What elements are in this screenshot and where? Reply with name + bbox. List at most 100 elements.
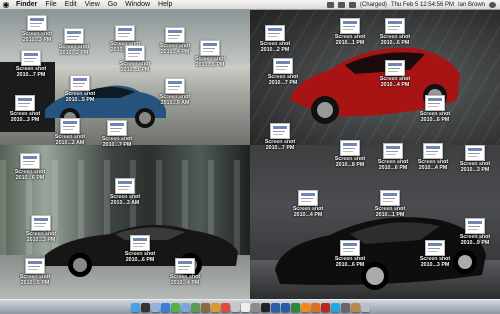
desktop-file-icon[interactable]: Screen shot 2010...5 PM bbox=[55, 75, 105, 103]
file-label: Screen shot 2010...6 PM bbox=[334, 256, 366, 268]
desktop-file-icon[interactable]: Screen shot 2010...5 PM bbox=[10, 258, 60, 286]
desktop-file-icon[interactable]: Screen shot 2010...2 PM bbox=[250, 25, 300, 53]
file-label: Screen shot 2010...7 PM bbox=[264, 139, 296, 151]
screenshot-thumbnail-icon bbox=[15, 95, 35, 111]
address-book-icon[interactable] bbox=[350, 302, 360, 312]
volume-icon[interactable] bbox=[337, 2, 345, 8]
battery-status[interactable]: (Charged) bbox=[360, 2, 387, 8]
menu-bar: ◉ Finder File Edit View Go Window Help (… bbox=[0, 0, 500, 10]
file-label: Screen shot 2010...1 PM bbox=[334, 34, 366, 46]
file-label: Screen shot 2010...1 PM bbox=[119, 61, 151, 73]
desktop-file-icon[interactable]: Screen shot 2010...3 PM bbox=[16, 215, 66, 243]
finder-icon[interactable] bbox=[130, 302, 140, 312]
screenshot-thumbnail-icon bbox=[60, 118, 80, 134]
desktop-file-icon[interactable]: Screen shot 2010...6 PM bbox=[410, 95, 460, 123]
menu-window[interactable]: Window bbox=[121, 1, 154, 8]
desktop-file-icon[interactable]: Screen shot 2010...6 PM bbox=[370, 18, 420, 46]
file-label: Screen shot 2010...6 PM bbox=[379, 34, 411, 46]
desktop-file-icon[interactable]: Screen shot 2010...9 AM bbox=[150, 78, 200, 106]
desktop-file-icon[interactable]: Screen shot 2010...6 PM bbox=[5, 153, 55, 181]
vlc-icon[interactable] bbox=[300, 302, 310, 312]
safari-icon[interactable] bbox=[160, 302, 170, 312]
file-label: Screen shot 2010...3 PM bbox=[9, 111, 41, 123]
desktop-file-icon[interactable]: Screen shot 2010...6 PM bbox=[115, 235, 165, 263]
desktop-file-icon[interactable]: Screen shot 2010...1 PM bbox=[365, 190, 415, 218]
file-label: Screen shot 2010...4 PM bbox=[379, 76, 411, 88]
desktop-file-icon[interactable]: Screen shot 2010...4 PM bbox=[160, 258, 210, 286]
word-icon[interactable] bbox=[280, 302, 290, 312]
file-label: Screen shot 2010...9 AM bbox=[159, 94, 191, 106]
menu-help[interactable]: Help bbox=[154, 1, 176, 8]
screenshot-thumbnail-icon bbox=[425, 240, 445, 256]
file-label: Screen shot 2010...6 PM bbox=[419, 111, 451, 123]
screenshot-thumbnail-icon bbox=[270, 123, 290, 139]
wifi-icon[interactable] bbox=[326, 2, 334, 8]
file-label: Screen shot 2010...7 PM bbox=[15, 66, 47, 78]
desktop-file-icon[interactable]: Screen shot 2010...1 PM bbox=[325, 18, 375, 46]
screenshot-thumbnail-icon bbox=[20, 153, 40, 169]
desktop-file-icon[interactable]: Screen shot 2010...2 AM bbox=[45, 118, 95, 146]
file-label: Screen shot 2010...2 AM bbox=[54, 134, 86, 146]
screenshot-thumbnail-icon bbox=[340, 140, 360, 156]
screenshot-thumbnail-icon bbox=[70, 75, 90, 91]
desktop-file-icon[interactable]: Screen shot 2010...7 PM bbox=[255, 123, 305, 151]
desktop-file-icon[interactable]: Screen shot 2010...6 PM bbox=[185, 40, 235, 68]
desktop-file-icon[interactable]: Screen shot 2010...1 PM bbox=[110, 45, 160, 73]
desktop-file-icon[interactable]: Screen shot 2010...3 PM bbox=[0, 95, 50, 123]
desktop-file-icon[interactable]: Screen shot 2010...7 PM bbox=[6, 50, 56, 78]
menu-go[interactable]: Go bbox=[104, 1, 121, 8]
screenshot-thumbnail-icon bbox=[380, 190, 400, 206]
trash-icon[interactable] bbox=[360, 302, 370, 312]
screenshot-thumbnail-icon bbox=[175, 258, 195, 274]
file-label: Screen shot 2010...5 PM bbox=[19, 274, 51, 286]
desktop-file-icon[interactable]: Screen shot 2010...7 PM bbox=[258, 58, 308, 86]
spotlight-icon[interactable] bbox=[489, 2, 496, 8]
file-label: Screen shot 2010...3 PM bbox=[25, 231, 57, 243]
desktop-file-icon[interactable]: Screen shot 2010...3 PM bbox=[410, 240, 460, 268]
preview-icon[interactable] bbox=[230, 302, 240, 312]
mail-icon[interactable] bbox=[150, 302, 160, 312]
screenshot-thumbnail-icon bbox=[273, 58, 293, 74]
acrobat-icon[interactable] bbox=[320, 302, 330, 312]
menu-file[interactable]: File bbox=[41, 1, 60, 8]
system-preferences-icon[interactable] bbox=[250, 302, 260, 312]
ical-icon[interactable] bbox=[220, 302, 230, 312]
photoshop-icon[interactable] bbox=[270, 302, 280, 312]
clock[interactable]: Thu Feb 5 12:54:56 PM bbox=[391, 2, 454, 8]
file-label: Screen shot 2010...3 PM bbox=[459, 161, 491, 173]
screenshot-thumbnail-icon bbox=[25, 258, 45, 274]
calculator-icon[interactable] bbox=[340, 302, 350, 312]
file-label: Screen shot 2010...6 PM bbox=[194, 56, 226, 68]
firefox-icon[interactable] bbox=[310, 302, 320, 312]
excel-icon[interactable] bbox=[290, 302, 300, 312]
screenshot-thumbnail-icon bbox=[298, 190, 318, 206]
file-label: Screen shot 2010...7 PM bbox=[101, 136, 133, 148]
iphoto-icon[interactable] bbox=[190, 302, 200, 312]
file-label: Screen shot 2010...7 PM bbox=[267, 74, 299, 86]
screenshot-thumbnail-icon bbox=[165, 27, 185, 43]
menu-finder[interactable]: Finder bbox=[12, 1, 41, 8]
imovie-icon[interactable] bbox=[200, 302, 210, 312]
terminal-icon[interactable] bbox=[260, 302, 270, 312]
apple-menu-icon[interactable]: ◉ bbox=[0, 0, 12, 9]
garageband-icon[interactable] bbox=[210, 302, 220, 312]
screenshot-thumbnail-icon bbox=[340, 18, 360, 34]
desktop-file-icon[interactable]: Screen shot 2010...3 PM bbox=[450, 145, 500, 173]
user-name[interactable]: Ian Brown bbox=[458, 2, 485, 8]
file-label: Screen shot 2010...2 PM bbox=[58, 44, 90, 56]
dashboard-icon[interactable] bbox=[140, 302, 150, 312]
skype-icon[interactable] bbox=[330, 302, 340, 312]
desktop-file-icon[interactable]: Screen shot 2010...6 PM bbox=[325, 240, 375, 268]
desktop[interactable]: Screen shot 2010...3 PM Screen shot 2010… bbox=[0, 0, 500, 313]
battery-icon[interactable] bbox=[348, 2, 356, 8]
desktop-file-icon[interactable]: Screen shot 2010...4 PM bbox=[283, 190, 333, 218]
desktop-file-icon[interactable]: Screen shot 2010...3 AM bbox=[100, 178, 150, 206]
textedit-icon[interactable] bbox=[240, 302, 250, 312]
menu-edit[interactable]: Edit bbox=[61, 1, 81, 8]
ichat-icon[interactable] bbox=[170, 302, 180, 312]
desktop-file-icon[interactable]: Screen shot 2010...4 PM bbox=[370, 60, 420, 88]
itunes-icon[interactable] bbox=[180, 302, 190, 312]
desktop-file-icon[interactable]: Screen shot 2010...7 PM bbox=[92, 120, 142, 148]
menu-view[interactable]: View bbox=[81, 1, 104, 8]
desktop-file-icon[interactable]: Screen shot 2010...2 PM bbox=[49, 28, 99, 56]
